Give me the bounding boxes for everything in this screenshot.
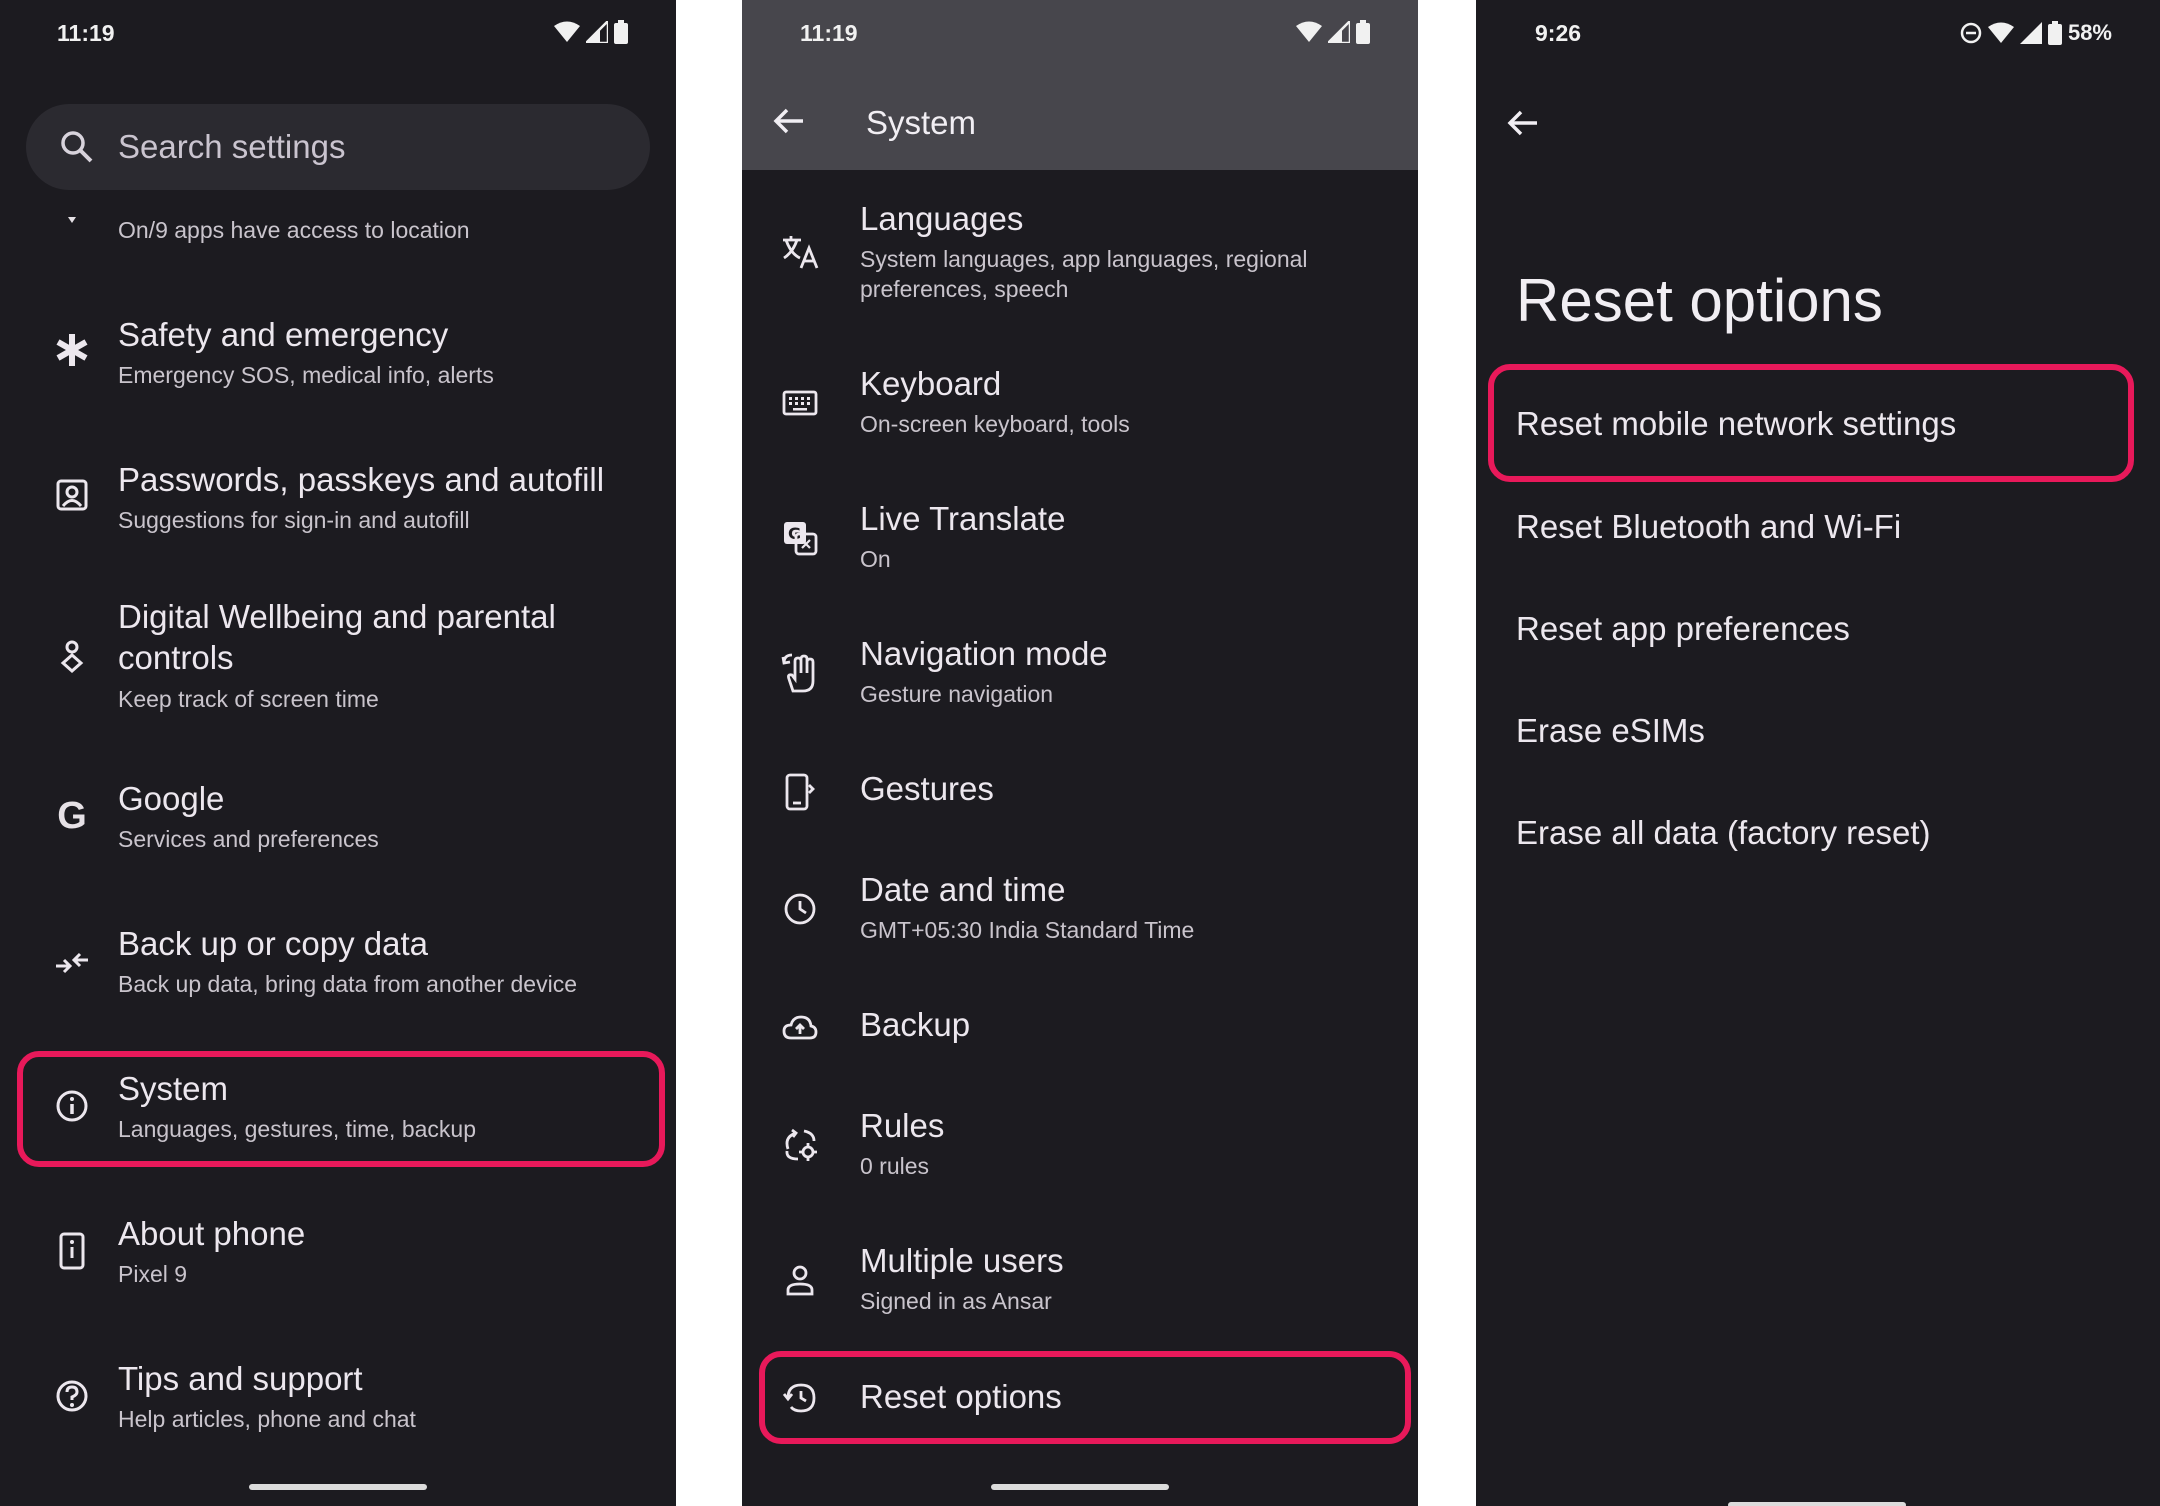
reset-app-preferences-option[interactable]: Reset app preferences [1516,610,1850,648]
status-bar: 9:26 58% [1476,0,2160,70]
person-icon [780,1260,820,1300]
info-icon [52,1086,92,1126]
signal-icon [586,21,608,43]
gesture-bar[interactable] [1728,1502,1906,1506]
battery-icon [2047,21,2062,45]
battery-percent: 58% [2067,20,2112,45]
list-item-sub: Pixel 9 [118,1261,188,1287]
phone-gesture-icon [780,772,820,812]
gesture-hand-icon [780,653,820,693]
list-item-title: Keyboard [860,365,1002,402]
cloud-upload-icon [780,1008,820,1048]
search-bar[interactable]: Search settings [26,104,650,190]
battery-icon [614,20,628,44]
search-input[interactable]: Search settings [118,128,345,166]
status-time: 9:26 [1535,20,1582,46]
list-item-sub: Signed in as Ansar [860,1288,1052,1314]
status-bar: 11:19 [0,0,676,70]
list-item-title: Rules [860,1107,945,1144]
list-item-sub: On [860,546,891,572]
app-bar: 11:19 System [742,0,1418,170]
list-item-title: Back up or copy data [118,925,429,962]
system-screen: 11:19 System Languages System languages,… [742,0,1418,1506]
list-item-sub: On-screen keyboard, tools [860,411,1130,437]
battery-icon [1356,20,1370,44]
list-item-sub: Help articles, phone and chat [118,1406,416,1432]
status-time: 11:19 [57,20,115,46]
backup-transfer-icon [52,943,92,983]
gesture-bar[interactable] [991,1484,1169,1490]
keyboard-icon [780,383,820,423]
list-item-sub: Services and preferences [118,826,379,852]
wifi-icon [1987,22,2014,43]
list-item-sub: Emergency SOS, medical info, alerts [118,362,494,388]
list-item-sub: Gesture navigation [860,681,1054,707]
reset-options-screen: 9:26 58% Reset options Reset mobile netw… [1476,0,2160,1506]
list-item-title: Google [118,780,225,817]
list-item-title: Date and time [860,871,1066,908]
erase-esims-option[interactable]: Erase eSIMs [1516,712,1705,750]
phone-info-icon [52,1231,92,1271]
list-item-title: System [118,1070,229,1107]
page-title: System [866,104,977,141]
list-item-title: Live Translate [860,500,1066,537]
list-item-title: Backup [860,1006,971,1043]
list-item-title: Reset options [860,1378,1062,1415]
factory-reset-option[interactable]: Erase all data (factory reset) [1516,814,1931,852]
google-g-icon: G [57,794,87,837]
list-item-title: Safety and emergency [118,316,449,353]
history-icon [780,1378,820,1418]
list-item-sub: 0 rules [860,1153,930,1179]
wellbeing-icon [52,636,92,676]
list-item-title: Navigation mode [860,635,1108,672]
status-time: 11:19 [800,20,858,46]
list-item-title: Multiple users [860,1242,1064,1279]
back-arrow-icon[interactable] [772,104,806,138]
list-item-title: About phone [118,1215,306,1252]
list-item-sub: System languages, app languages, regiona… [860,246,1308,302]
list-item-title: Digital Wellbeing and parental controls [118,598,556,676]
help-icon [52,1376,92,1416]
asterisk-icon [52,330,92,370]
list-item-sub: GMT+05:30 India Standard Time [860,917,1195,943]
wifi-icon [554,21,580,42]
list-item-title: Passwords, passkeys and autofill [118,461,605,498]
location-icon [52,205,92,235]
rules-icon [780,1125,820,1165]
reset-mobile-network-option[interactable]: Reset mobile network settings [1516,405,1956,443]
wifi-icon [1296,21,1322,42]
list-item-sub: Languages, gestures, time, backup [118,1116,477,1142]
account-box-icon [52,475,92,515]
signal-icon [1328,21,1350,43]
back-arrow-icon[interactable] [1506,106,1540,140]
page-title: Reset options [1516,267,1883,334]
list-item-title: Languages [860,200,1024,237]
settings-screen: 11:19 Search settings On/9 apps have acc… [0,0,676,1506]
gesture-bar[interactable] [249,1484,427,1490]
do-not-disturb-icon [1960,22,1982,44]
search-icon [61,131,93,163]
list-item-title: Gestures [860,770,994,807]
list-item-sub: Suggestions for sign-in and autofill [118,507,470,533]
list-item-sub: Keep track of screen time [118,686,379,712]
live-translate-icon: G [780,518,820,558]
reset-bluetooth-wifi-option[interactable]: Reset Bluetooth and Wi-Fi [1516,508,1901,546]
list-item-sub: Back up data, bring data from another de… [118,971,578,997]
list-item-title: Tips and support [118,1360,363,1397]
clock-icon [780,889,820,929]
signal-icon [2019,22,2042,44]
list-item-sub: On/9 apps have access to location [118,217,470,243]
status-bar: 11:19 [742,0,1418,70]
translate-icon [780,232,820,272]
